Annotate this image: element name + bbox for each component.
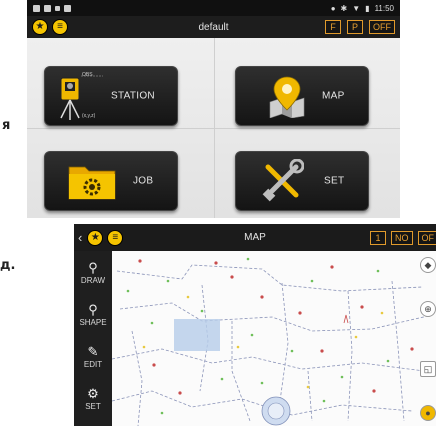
sidebar-item-set[interactable]: ⚙ SET bbox=[74, 379, 112, 419]
flag-p-button[interactable]: P bbox=[347, 20, 363, 34]
crosshair-icon[interactable]: ⊕ bbox=[420, 301, 436, 317]
sidebar-item-label: EDIT bbox=[83, 360, 103, 369]
tools-wrench-icon bbox=[262, 159, 304, 202]
favorite-star-icon[interactable]: ★ bbox=[32, 19, 48, 35]
main-menu-screen: ● ✱ ▼ ▮ 11:50 ★ ≡ default F P OFF OBS (x… bbox=[27, 0, 400, 218]
compass-icon[interactable]: ◆ bbox=[420, 257, 436, 273]
station-tile-button[interactable]: OBS (x,y,z) STATION bbox=[44, 66, 178, 126]
map-screen: ‹ ★ ≡ MAP 1 NO OF ⚲ DRAW ⚲ SHAPE ✎ EDIT bbox=[74, 224, 436, 426]
side-text-bottom: д. bbox=[0, 258, 16, 273]
database-icon[interactable]: ≡ bbox=[52, 19, 68, 35]
upload-icon bbox=[55, 5, 60, 11]
flag-1-button[interactable]: 1 bbox=[370, 230, 386, 245]
gear-icon: ⚙ bbox=[87, 386, 99, 401]
sidebar-item-shape[interactable]: ⚲ SHAPE bbox=[74, 295, 112, 335]
map-label: MAP bbox=[322, 90, 345, 102]
gallery-icon bbox=[64, 4, 71, 12]
database-icon[interactable]: ≡ bbox=[107, 229, 124, 246]
job-label: JOB bbox=[133, 175, 154, 187]
location-pin-icon[interactable]: ● bbox=[420, 405, 436, 421]
menu-grid: OBS (x,y,z) STATION MAP JOB SET bbox=[27, 38, 400, 218]
job-folder-icon bbox=[68, 166, 116, 200]
map-tile-button[interactable]: MAP bbox=[235, 66, 369, 126]
draw-pin-icon: ⚲ bbox=[88, 260, 98, 275]
map-app-bar: ‹ ★ ≡ MAP 1 NO OF bbox=[74, 224, 436, 251]
xyz-caption: (x,y,z) bbox=[82, 113, 96, 119]
sidebar-item-label: SHAPE bbox=[79, 318, 107, 327]
sidebar-item-draw[interactable]: ⚲ DRAW bbox=[74, 253, 112, 293]
wifi-icon: ▼ bbox=[352, 3, 361, 13]
flag-off-button[interactable]: OFF bbox=[369, 20, 395, 34]
sidebar-item-label: SET bbox=[85, 402, 101, 411]
sidebar-item-label: DRAW bbox=[80, 276, 106, 285]
location-icon: ● bbox=[330, 3, 336, 13]
map-sidebar: ⚲ DRAW ⚲ SHAPE ✎ EDIT ⚙ SET bbox=[74, 251, 112, 426]
status-time: 11:50 bbox=[374, 3, 394, 13]
flag-of-button[interactable]: OF bbox=[417, 230, 436, 245]
image-icon bbox=[44, 4, 51, 12]
set-label: SET bbox=[324, 175, 345, 187]
select-area-icon[interactable]: ◱ bbox=[420, 361, 436, 377]
screenshot-composite: я д. ● ✱ ▼ ▮ 11:50 ★ ≡ default F P OFF O… bbox=[0, 0, 436, 426]
lock-icon bbox=[33, 4, 40, 12]
job-tile-button[interactable]: JOB bbox=[44, 151, 178, 211]
battery-icon: ▮ bbox=[365, 3, 370, 13]
set-tile-button[interactable]: SET bbox=[235, 151, 369, 211]
favorite-star-icon[interactable]: ★ bbox=[87, 229, 104, 246]
map-drawing bbox=[111, 257, 433, 426]
status-bar: ● ✱ ▼ ▮ 11:50 bbox=[27, 0, 400, 16]
sidebar-item-edit[interactable]: ✎ EDIT bbox=[74, 337, 112, 377]
map-tools: ◆ ⊕ ◱ ● bbox=[418, 251, 436, 426]
shape-pin-icon: ⚲ bbox=[88, 302, 98, 317]
edit-pencil-icon: ✎ bbox=[87, 344, 99, 359]
map-canvas[interactable] bbox=[111, 251, 436, 426]
station-label: STATION bbox=[111, 90, 155, 102]
flag-f-button[interactable]: F bbox=[325, 20, 341, 34]
obs-caption: OBS bbox=[82, 72, 93, 78]
app-bar: ★ ≡ default F P OFF bbox=[27, 16, 400, 38]
map-pin-icon bbox=[269, 76, 305, 118]
back-arrow-icon[interactable]: ‹ bbox=[78, 230, 82, 245]
flag-no-button[interactable]: NO bbox=[391, 230, 413, 245]
side-text-top: я bbox=[2, 118, 11, 133]
grid-divider-horizontal bbox=[27, 128, 400, 129]
bluetooth-icon: ✱ bbox=[340, 3, 348, 13]
